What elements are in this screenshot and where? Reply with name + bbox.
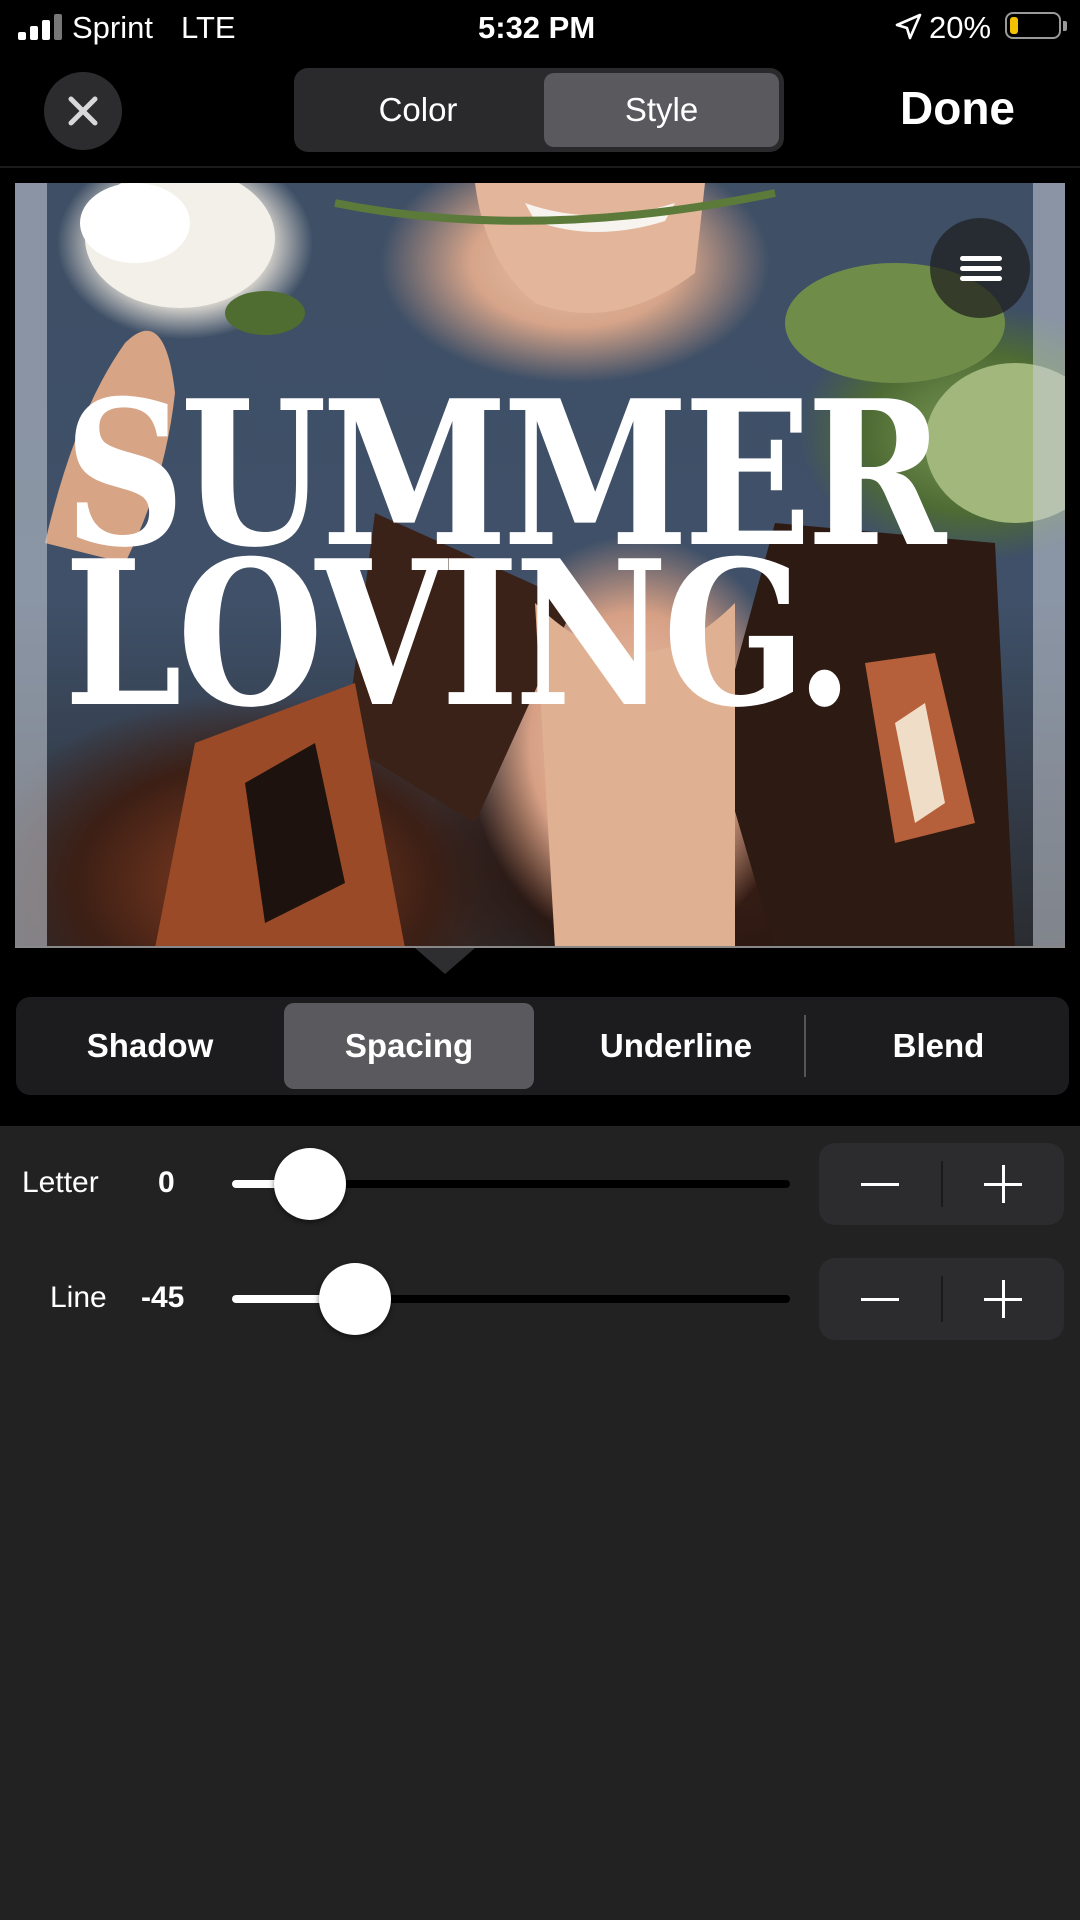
line-spacing-value: -45 bbox=[141, 1281, 185, 1314]
battery-percent: 20% bbox=[929, 10, 992, 45]
letter-spacing-value: 0 bbox=[158, 1166, 175, 1199]
letter-spacing-label: Letter bbox=[22, 1166, 99, 1199]
letter-slider-thumb[interactable] bbox=[274, 1148, 347, 1220]
headline-line-2: LOVING. bbox=[64, 517, 854, 752]
canvas-bottom-edge bbox=[15, 946, 1065, 948]
battery-nub bbox=[1063, 21, 1067, 31]
hamburger-menu-button[interactable] bbox=[930, 218, 1030, 318]
letter-increment-button[interactable] bbox=[943, 1143, 1064, 1225]
line-increment-button[interactable] bbox=[943, 1258, 1064, 1340]
canvas-edge-left bbox=[15, 183, 47, 948]
minus-icon bbox=[861, 1183, 899, 1186]
tab-blend[interactable]: Blend bbox=[816, 1003, 1061, 1089]
close-icon bbox=[68, 96, 98, 126]
battery-icon bbox=[1005, 12, 1061, 39]
style-tabs: Shadow Spacing Underline Blend bbox=[16, 997, 1069, 1095]
tab-divider bbox=[804, 1015, 806, 1077]
line-decrement-button[interactable] bbox=[819, 1258, 941, 1340]
line-spacing-slider[interactable] bbox=[232, 1295, 790, 1303]
minus-icon bbox=[861, 1298, 899, 1301]
line-spacing-label: Line bbox=[50, 1281, 107, 1314]
tab-shadow[interactable]: Shadow bbox=[22, 1003, 278, 1089]
signal-icon bbox=[18, 14, 64, 40]
done-button[interactable]: Done bbox=[900, 78, 1050, 138]
status-time: 5:32 PM bbox=[478, 10, 596, 45]
tab-underline[interactable]: Underline bbox=[546, 1003, 806, 1089]
carrier-name: Sprint bbox=[72, 10, 153, 45]
line-slider-thumb[interactable] bbox=[318, 1263, 391, 1335]
location-arrow-icon bbox=[893, 12, 923, 42]
canvas-edge-right bbox=[1033, 183, 1065, 948]
color-style-segmented-control: Color Style bbox=[294, 68, 784, 152]
tab-pointer-caret bbox=[415, 948, 475, 974]
hamburger-menu-icon bbox=[930, 218, 1030, 318]
headline-text-layer[interactable]: SUMMER LOVING. bbox=[64, 375, 946, 752]
tab-spacing[interactable]: Spacing bbox=[284, 1003, 534, 1089]
segment-color[interactable]: Color bbox=[299, 73, 537, 147]
close-button[interactable] bbox=[44, 72, 122, 150]
segment-style[interactable]: Style bbox=[544, 73, 779, 147]
letter-stepper bbox=[819, 1143, 1064, 1225]
line-stepper bbox=[819, 1258, 1064, 1340]
letter-decrement-button[interactable] bbox=[819, 1143, 941, 1225]
network-type: LTE bbox=[181, 10, 236, 45]
